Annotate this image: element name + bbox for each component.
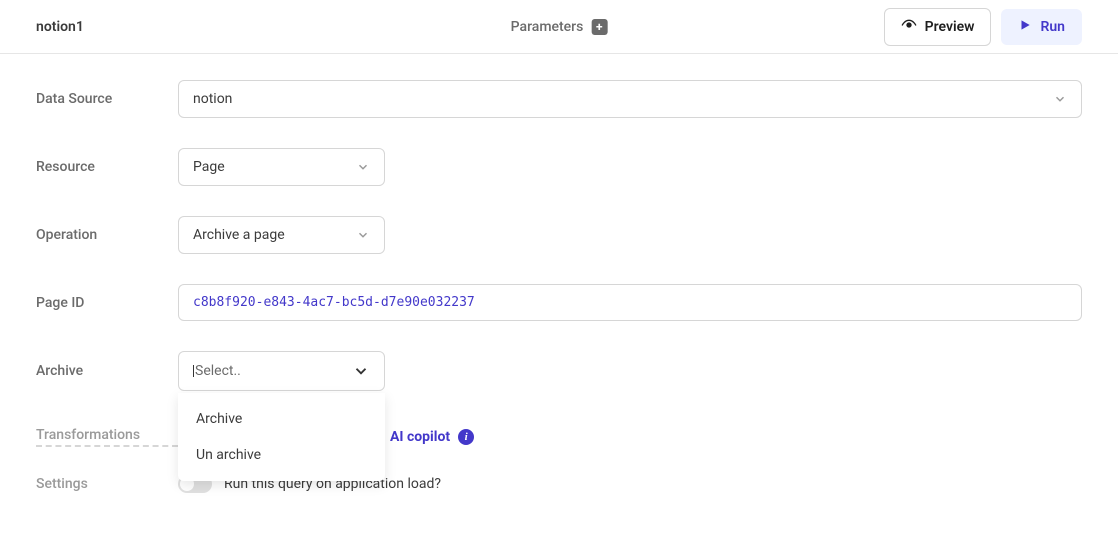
eye-icon xyxy=(901,17,917,37)
info-icon: i xyxy=(458,429,474,445)
page-id-label: Page ID xyxy=(36,295,178,311)
play-icon xyxy=(1018,18,1032,36)
ai-copilot-label: AI copilot xyxy=(390,429,450,445)
archive-placeholder: Select.. xyxy=(193,363,241,379)
query-title: notion1 xyxy=(36,19,84,35)
page-id-row: Page ID c8b8f920-e843-4ac7-bc5d-d7e90e03… xyxy=(36,284,1082,321)
data-source-value: notion xyxy=(193,91,232,107)
run-label: Run xyxy=(1040,19,1065,35)
data-source-row: Data Source notion xyxy=(36,80,1082,118)
parameters-label: Parameters xyxy=(511,19,584,35)
form-content: Data Source notion Resource Page Operati… xyxy=(0,54,1118,513)
chevron-down-icon xyxy=(1053,92,1067,106)
resource-row: Resource Page xyxy=(36,148,1082,186)
archive-row: Archive Select.. Archive Un archive xyxy=(36,351,1082,391)
settings-label: Settings xyxy=(36,476,178,492)
preview-button[interactable]: Preview xyxy=(884,8,992,46)
resource-select[interactable]: Page xyxy=(178,148,385,186)
data-source-select[interactable]: notion xyxy=(178,80,1082,118)
chevron-down-icon xyxy=(356,160,370,174)
chevron-down-icon xyxy=(352,362,370,380)
ai-copilot-link[interactable]: AI copilot i xyxy=(390,429,474,445)
plus-icon[interactable]: + xyxy=(591,19,607,35)
operation-label: Operation xyxy=(36,227,178,243)
header-actions: Preview Run xyxy=(884,8,1082,46)
page-id-value: c8b8f920-e843-4ac7-bc5d-d7e90e032237 xyxy=(193,295,475,310)
archive-label: Archive xyxy=(36,363,178,379)
data-source-label: Data Source xyxy=(36,91,178,107)
transformations-label: Transformations xyxy=(36,427,178,447)
preview-label: Preview xyxy=(925,19,975,35)
operation-value: Archive a page xyxy=(193,227,285,243)
resource-label: Resource xyxy=(36,159,178,175)
run-button[interactable]: Run xyxy=(1001,9,1082,45)
editor-header: notion1 Parameters + Preview Run xyxy=(0,0,1118,54)
archive-option-unarchive[interactable]: Un archive xyxy=(178,437,385,473)
operation-row: Operation Archive a page xyxy=(36,216,1082,254)
chevron-down-icon xyxy=(356,228,370,242)
archive-select[interactable]: Select.. xyxy=(178,351,385,391)
resource-value: Page xyxy=(193,159,225,175)
archive-dropdown: Archive Un archive xyxy=(178,393,385,481)
page-id-input[interactable]: c8b8f920-e843-4ac7-bc5d-d7e90e032237 xyxy=(178,284,1082,321)
archive-option-archive[interactable]: Archive xyxy=(178,401,385,437)
operation-select[interactable]: Archive a page xyxy=(178,216,385,254)
parameters-section[interactable]: Parameters + xyxy=(511,19,608,35)
